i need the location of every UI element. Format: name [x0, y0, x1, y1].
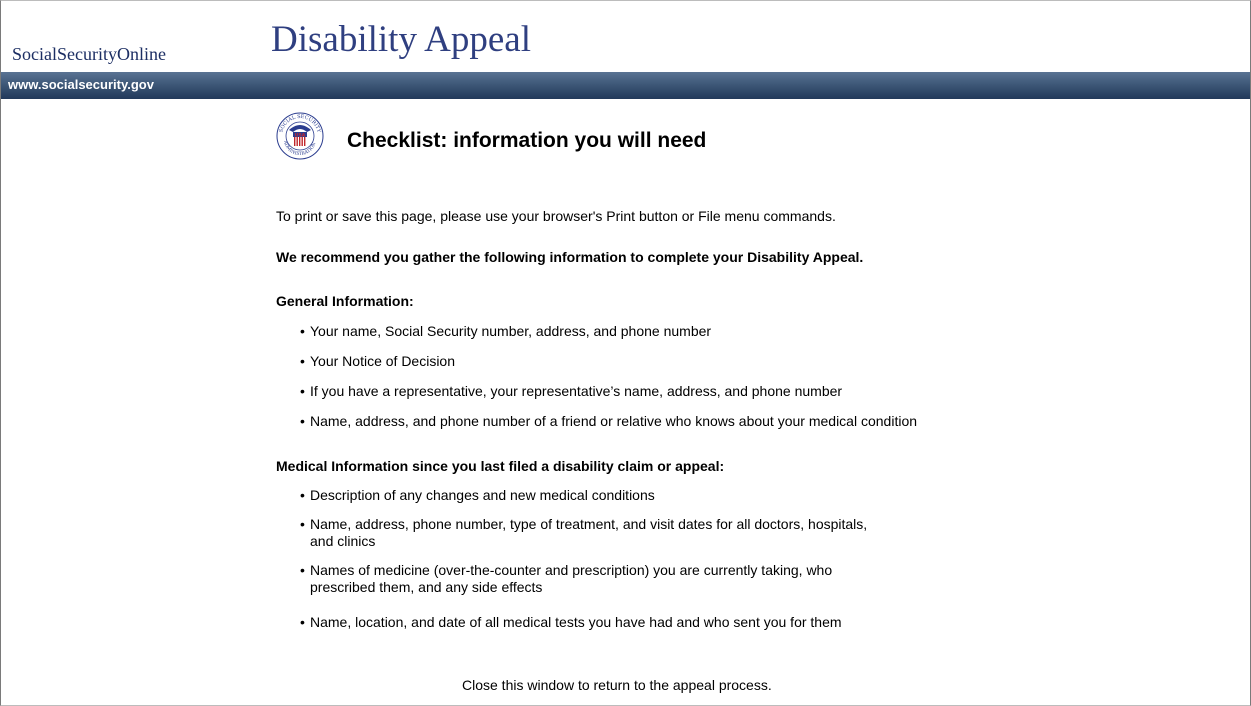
medical-heading: Medical Information since you last filed…	[276, 458, 725, 474]
url-bar: www.socialsecurity.gov	[0, 72, 1251, 99]
list-item: • Your Notice of Decision	[300, 353, 456, 369]
list-item: • Names of medicine (over-the-counter and…	[300, 562, 833, 578]
checklist-title: Checklist: information you will need	[347, 129, 707, 152]
list-item-continuation: prescribed them, and any side effects	[310, 579, 543, 595]
list-item: • If you have a representative, your repr…	[300, 383, 843, 399]
list-item: • Name, address, and phone number of a fr…	[300, 413, 918, 429]
print-note: To print or save this page, please use y…	[276, 208, 836, 224]
ssa-seal-icon: USA SOCIAL SECURITY ADMINISTRATION	[276, 112, 324, 160]
close-window-note: Close this window to return to the appea…	[462, 677, 772, 693]
general-heading: General Information:	[276, 293, 414, 309]
recommend-note: We recommend you gather the following in…	[276, 249, 864, 265]
list-item: • Description of any changes and new medi…	[300, 487, 655, 503]
window-frame	[0, 0, 1251, 706]
list-item-continuation: and clinics	[310, 533, 376, 549]
page-title: Disability Appeal	[271, 19, 531, 60]
brand-logo-text[interactable]: SocialSecurityOnline	[12, 44, 166, 65]
site-header: SocialSecurityOnline Disability Appeal	[0, 0, 1251, 72]
list-item: • Name, address, phone number, type of tr…	[300, 516, 868, 532]
list-item: • Your name, Social Security number, addr…	[300, 323, 712, 339]
list-item: • Name, location, and date of all medical…	[300, 614, 842, 630]
site-url-link[interactable]: www.socialsecurity.gov	[8, 77, 154, 92]
